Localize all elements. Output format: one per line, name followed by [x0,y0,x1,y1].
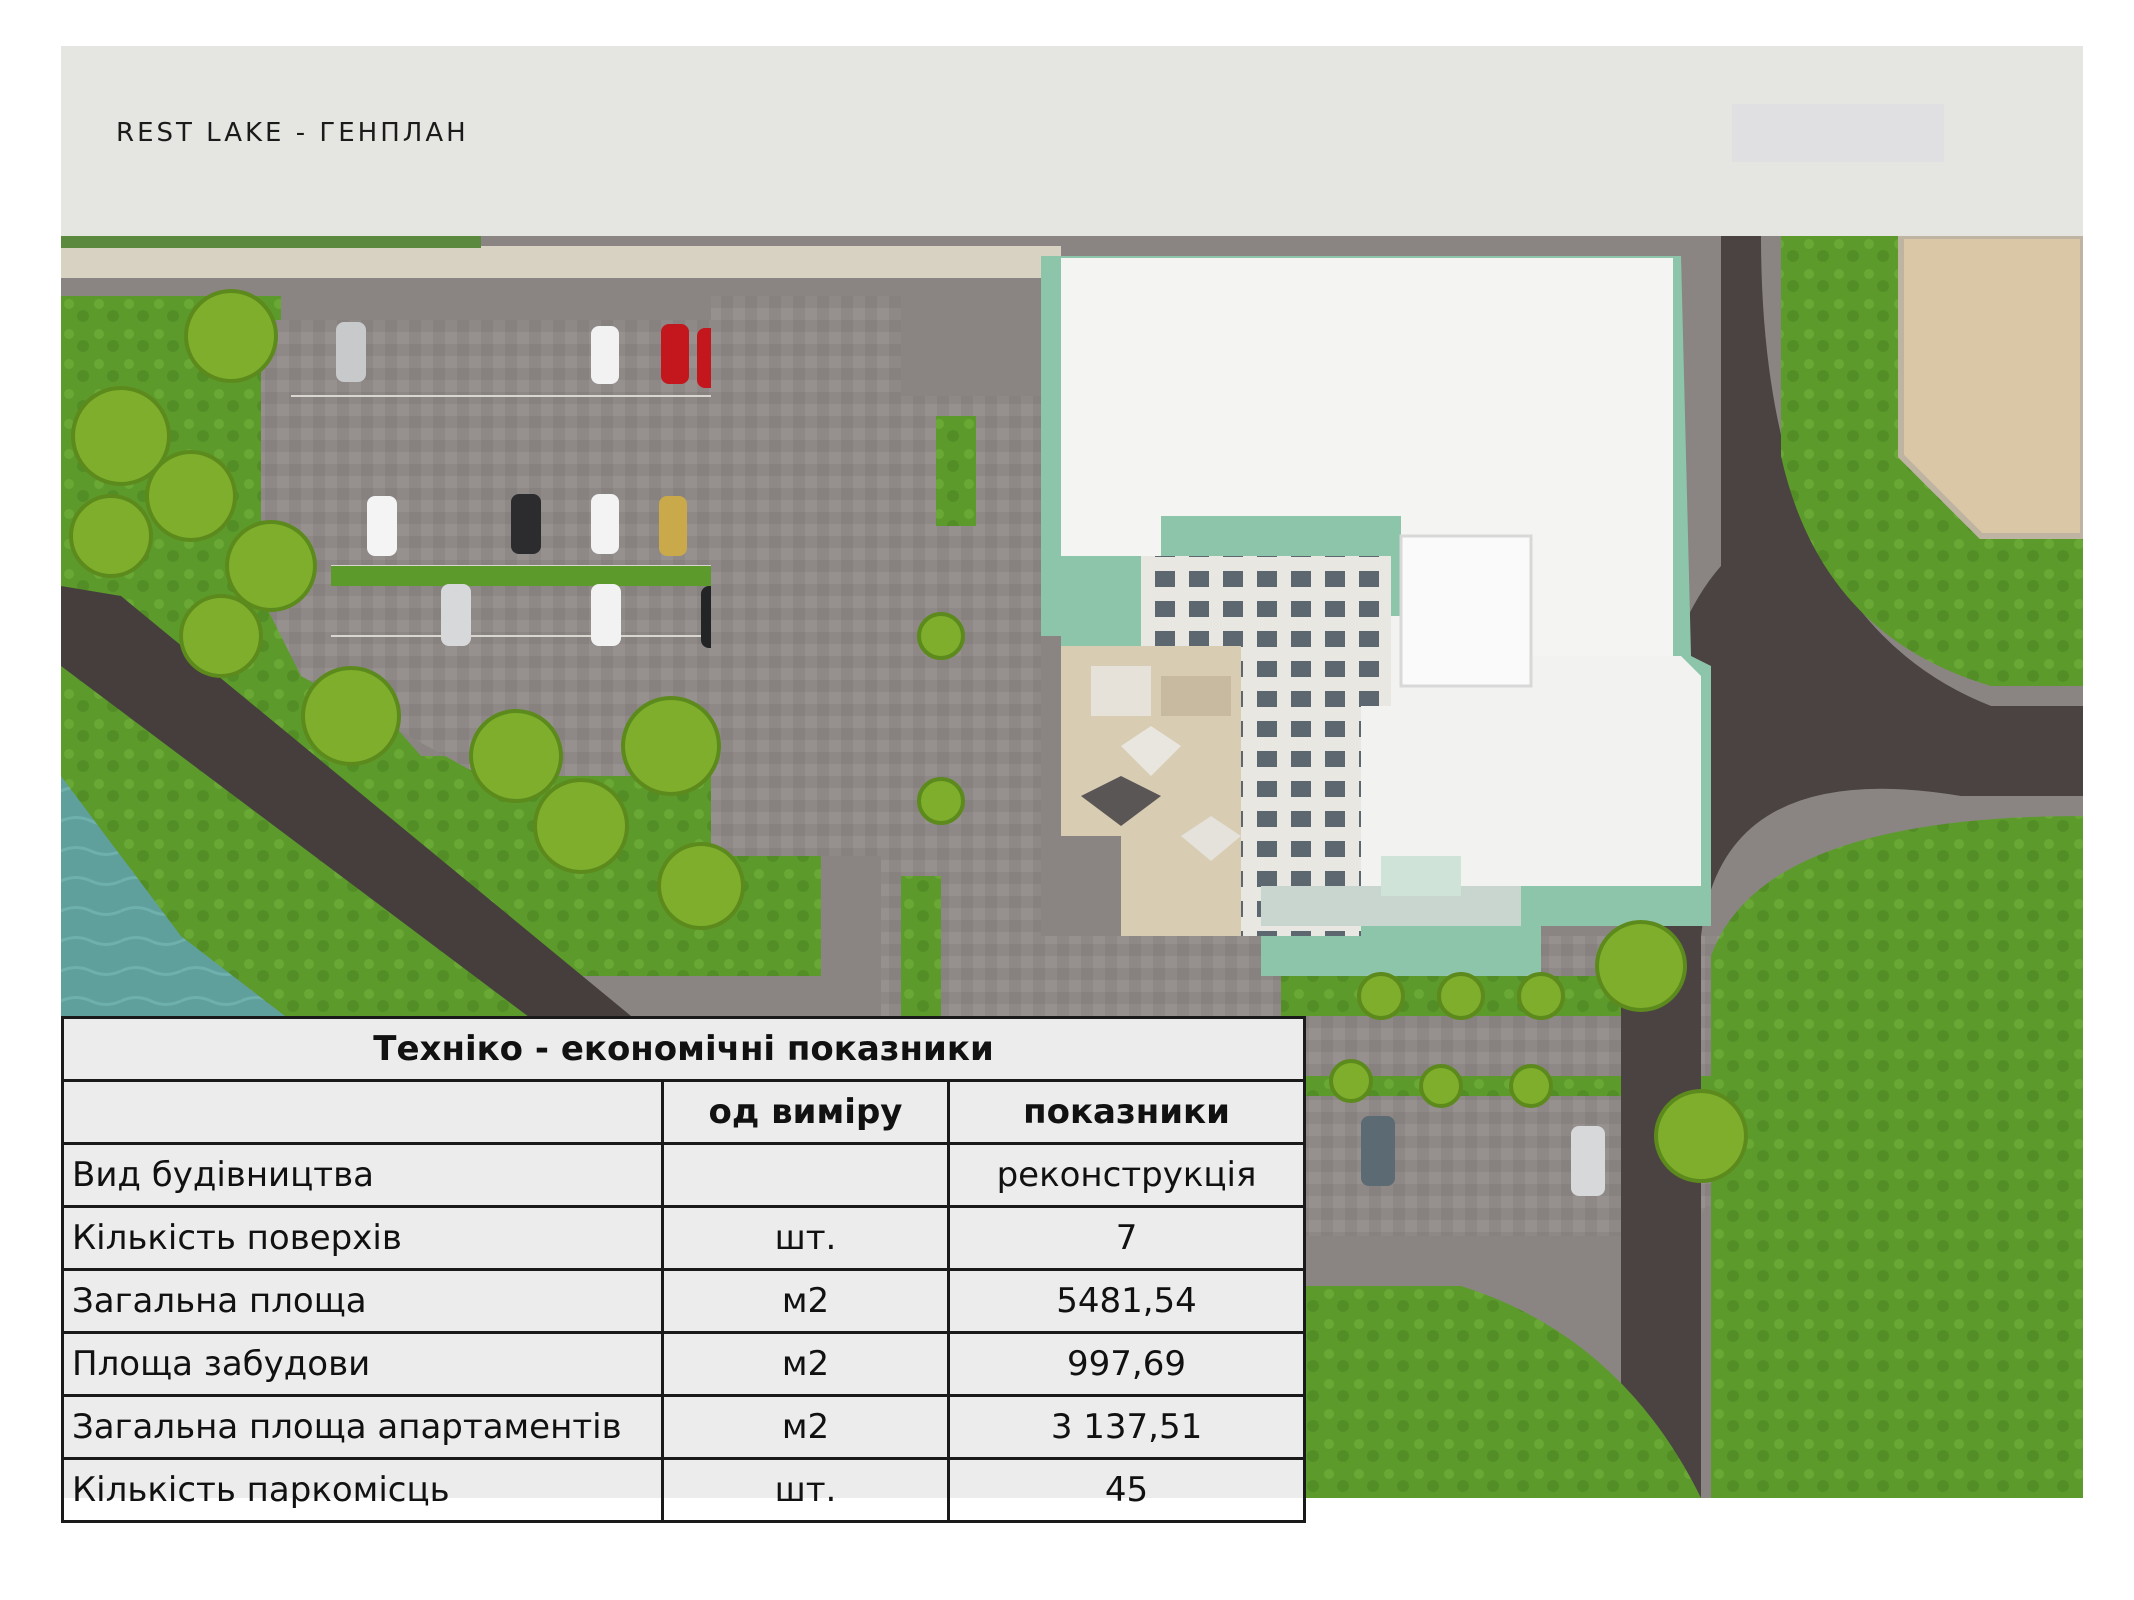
row-value: 45 [946,1457,1307,1523]
row-unit [661,1142,950,1208]
row-label: Вид будівництва [61,1142,664,1208]
row-label: Загальна площа [61,1268,664,1334]
row-unit: м2 [661,1268,950,1334]
table-title-row: Техніко - економічні показники [60,1016,1307,1082]
header-placeholder-box [1732,104,1944,162]
row-value: реконструкція [946,1142,1307,1208]
table-row: Вид будівництва реконструкція [61,1142,1307,1208]
table-row: Кількість паркомісць шт. 45 [61,1457,1307,1523]
table-title: Техніко - економічні показники [60,1016,1307,1082]
page-title: REST LAKE - ГЕНПЛАН [116,118,469,148]
row-label: Кількість паркомісць [61,1457,664,1523]
header-unit: од виміру [661,1079,950,1145]
header-empty-cell [61,1079,664,1145]
row-label: Кількість поверхів [61,1205,664,1271]
header-value: показники [946,1079,1307,1145]
row-value: 997,69 [946,1331,1307,1397]
row-value: 3 137,51 [946,1394,1307,1460]
tech-economic-table: Техніко - економічні показники од виміру… [60,1016,1307,1523]
row-label: Загальна площа апартаментів [61,1394,664,1460]
row-unit: м2 [661,1394,950,1460]
table-row: Загальна площа м2 5481,54 [61,1268,1307,1334]
row-value: 5481,54 [946,1268,1307,1334]
table-header-row: од виміру показники [61,1079,1307,1145]
indicators-table: Техніко - економічні показники од виміру… [60,1016,1307,1523]
row-label: Площа забудови [61,1331,664,1397]
row-value: 7 [946,1205,1307,1271]
table-row: Площа забудови м2 997,69 [61,1331,1307,1397]
table-row: Загальна площа апартаментів м2 3 137,51 [61,1394,1307,1460]
row-unit: м2 [661,1331,950,1397]
table-row: Кількість поверхів шт. 7 [61,1205,1307,1271]
row-unit: шт. [661,1457,950,1523]
row-unit: шт. [661,1205,950,1271]
